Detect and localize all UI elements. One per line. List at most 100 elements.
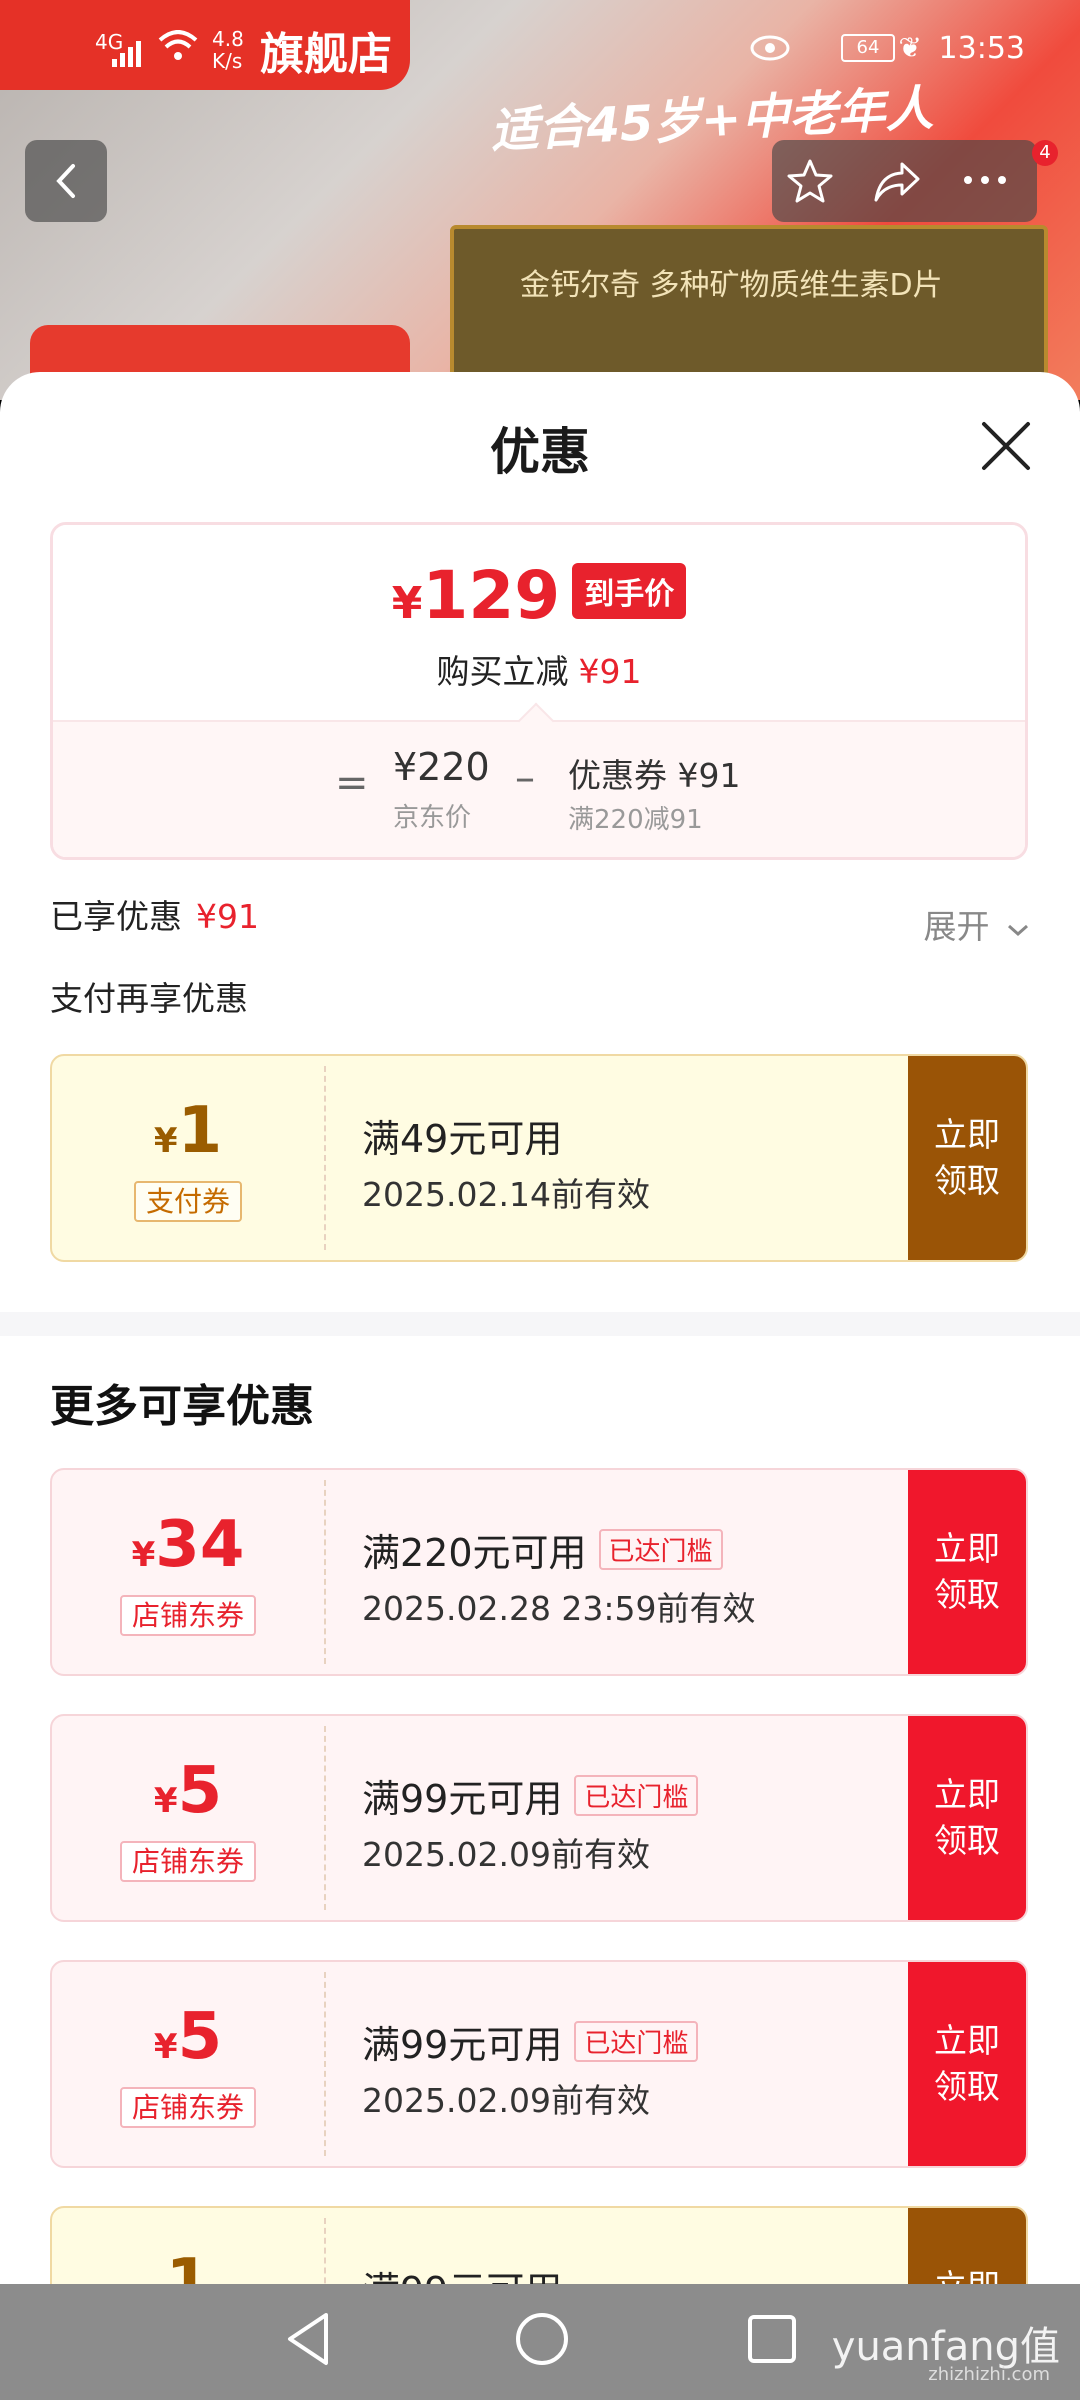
threshold-reached-badge: 已达门槛 [598, 1529, 723, 1570]
coupon-value-section: ¥34 店铺东券 [52, 1470, 324, 1674]
star-icon[interactable] [786, 158, 834, 204]
pay-coupon-card: ¥1 支付券 满49元可用 2025.02.14前有效 立即 领取 [50, 1054, 1028, 1262]
minus-sign: – [515, 755, 535, 801]
enjoyed-amount: ¥91 [196, 897, 259, 936]
coupon-type: 店铺东券 [52, 1840, 324, 1882]
network-speed-unit: K/s [212, 49, 243, 73]
coupon-value-section: ¥1 支付券 [52, 1056, 324, 1260]
coupon-amount: ¥34 [52, 1508, 324, 1582]
coupon-condition: 满99元可用 已达门槛 [362, 2014, 699, 2069]
coupon-amount: 1 [52, 2246, 324, 2284]
claim-label: 立即领取 [934, 1775, 1000, 1860]
coupon-divider [324, 2218, 326, 2284]
chevron-down-icon [1008, 924, 1028, 937]
coupon-amount-value: 5 [177, 1754, 223, 1828]
coupon-type: 店铺东券 [52, 1594, 324, 1636]
coupon-amount-value: 34 [155, 1508, 245, 1582]
coupon-condition-text: 满99元可用 [362, 2023, 563, 2067]
final-price: ¥129 到手价 [53, 557, 1025, 634]
more-icon[interactable] [960, 170, 1010, 190]
product-box-text: 金钙尔奇 多种矿物质维生素D片 [520, 268, 943, 303]
coupon-amount-value: 1 [165, 2246, 211, 2284]
coupon-yen: ¥ [153, 2027, 178, 2067]
threshold-reached-badge: 已达门槛 [574, 2021, 699, 2062]
claim-coupon-button[interactable]: 立即领取 [908, 2208, 1026, 2284]
equals-sign: = [335, 760, 369, 806]
coupon-divider [324, 1480, 326, 1664]
share-icon[interactable] [872, 158, 922, 204]
instant-reduce-amount: ¥91 [578, 652, 642, 691]
coupon-deduction: 优惠券 ¥91 [568, 756, 741, 795]
coupon-amount-value: 5 [177, 2000, 223, 2074]
coupon-type-label: 店铺东券 [119, 1595, 256, 1636]
coupon-value-section: ¥5 店铺东券 [52, 1716, 324, 1920]
coupon-expiry: 2025.02.09前有效 [362, 2081, 650, 2120]
final-price-tag: 到手价 [572, 563, 687, 619]
coupon-divider [324, 1972, 326, 2156]
watermark-url: zhizhizhi.com [928, 2364, 1050, 2385]
final-price-section: ¥129 到手价 购买立减 ¥91 [53, 525, 1025, 720]
coupon-value-section: 1 [52, 2208, 324, 2284]
store-coupon-card: ¥5 店铺东券 满99元可用 已达门槛 2025.02.09前有效 立即领取 [50, 1960, 1028, 2168]
nav-back-icon[interactable] [280, 2309, 336, 2369]
coupon-amount: ¥1 [52, 1094, 324, 1168]
nav-recents-icon[interactable] [744, 2309, 800, 2369]
coupon-type-label: 店铺东券 [119, 2087, 256, 2128]
coupon-yen: ¥ [153, 1781, 178, 1821]
coupon-condition: 满99元可用 已达门槛 [362, 1768, 699, 1823]
nav-home-icon[interactable] [512, 2309, 572, 2369]
coupon-yen: ¥ [131, 1535, 156, 1575]
price-breakdown [53, 720, 1025, 857]
notification-badge: 4 [1032, 140, 1058, 166]
claim-coupon-button[interactable]: 立即领取 [908, 1716, 1026, 1920]
final-price-value: 129 [422, 557, 561, 634]
expand-label: 展开 [923, 907, 990, 946]
enjoyed-label: 已享优惠 [50, 897, 182, 936]
partial-coupon-card: 1 满99元可用 立即领取 [50, 2206, 1028, 2284]
coupon-expiry: 2025.02.14前有效 [362, 1175, 650, 1214]
coupon-condition-text: 满99元可用 [362, 1777, 563, 1821]
claim-label: 立即领取 [931, 2264, 1003, 2284]
expand-button[interactable]: 展开 [924, 900, 1031, 948]
back-button[interactable] [25, 140, 107, 222]
coupon-divider [324, 1726, 326, 1910]
coupon-amount-value: 1 [177, 1094, 223, 1168]
signal-icon [112, 41, 141, 67]
claim-label: 立即领取 [934, 2021, 1000, 2106]
pay-discount-heading: 支付再享优惠 [50, 979, 248, 1018]
coupon-type-label: 支付券 [133, 1181, 242, 1222]
coupon-condition: 满49元可用 [362, 1117, 563, 1161]
instant-reduce-label: 购买立减 [436, 652, 569, 691]
coupon-expiry: 2025.02.28 23:59前有效 [362, 1589, 756, 1628]
claim-coupon-button[interactable]: 立即 领取 [908, 1056, 1026, 1260]
status-bar: 4G 4.8 K/s 64 ❦ 13:53 [0, 25, 1080, 81]
jd-price: ¥220 [393, 745, 490, 789]
coupon-type: 支付券 [52, 1180, 324, 1222]
top-action-group [772, 140, 1037, 222]
leaf-icon: ❦ [898, 31, 922, 64]
discount-sheet: 优惠 ¥129 到手价 购买立减 ¥91 = ¥220 京东价 – 优惠券 ¥91 … [0, 372, 1080, 2284]
coupon-condition: 满220元可用 已达门槛 [362, 1522, 723, 1577]
coupon-divider [324, 1066, 326, 1250]
sheet-title: 优惠 [490, 423, 590, 481]
battery-indicator: 64 [841, 34, 895, 62]
claim-coupon-button[interactable]: 立即领取 [908, 1470, 1026, 1674]
coupon-value-section: ¥5 店铺东券 [52, 1962, 324, 2166]
store-coupon-card: ¥34 店铺东券 满220元可用 已达门槛 2025.02.28 23:59前有效… [50, 1468, 1028, 1676]
threshold-reached-badge: 已达门槛 [574, 1775, 699, 1816]
jd-price-label: 京东价 [393, 803, 472, 833]
price-summary-card: ¥129 到手价 购买立减 ¥91 = ¥220 京东价 – 优惠券 ¥91 满22… [50, 522, 1028, 860]
wifi-icon [158, 30, 198, 60]
coupon-type: 店铺东券 [52, 2086, 324, 2128]
coupon-deduction-rule: 满220减91 [568, 805, 703, 835]
close-icon[interactable] [980, 420, 1032, 472]
coupon-type-label: 店铺东券 [119, 1841, 256, 1882]
network-speed: 4.8 K/s [212, 28, 244, 72]
system-navigation-bar: yuanfang值 zhizhizhi.com [0, 2284, 1080, 2400]
network-speed-value: 4.8 [212, 27, 244, 51]
coupon-amount: ¥5 [52, 2000, 324, 2074]
section-separator [0, 1312, 1080, 1336]
coupon-yen: ¥ [153, 1121, 178, 1161]
coupon-condition-text: 满220元可用 [362, 1531, 587, 1575]
claim-coupon-button[interactable]: 立即领取 [908, 1962, 1026, 2166]
